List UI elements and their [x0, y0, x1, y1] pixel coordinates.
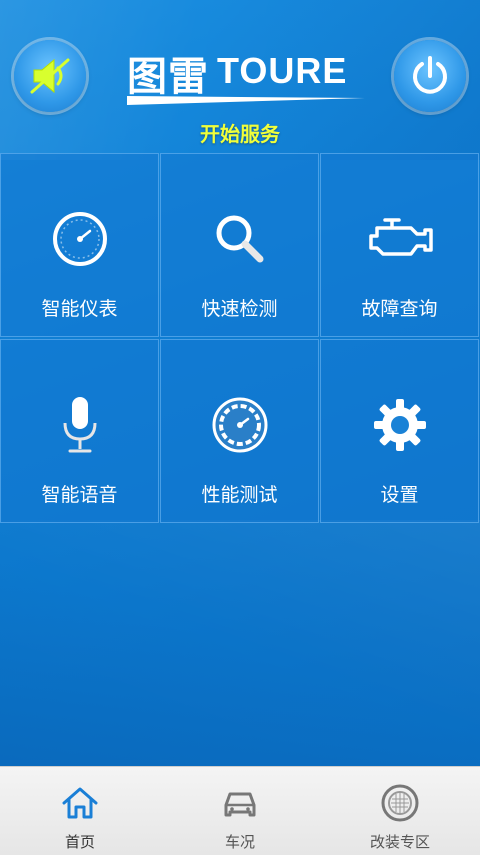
menu-item-performance-test[interactable]: 性能测试 — [160, 339, 319, 523]
menu-item-smart-voice[interactable]: 智能语音 — [0, 339, 159, 523]
menu-item-smart-dashboard[interactable]: 智能仪表 — [0, 153, 159, 337]
menu-item-label: 故障查询 — [361, 298, 438, 320]
engine-icon — [368, 218, 433, 256]
menu-item-label: 设置 — [380, 484, 419, 506]
menu-item-fault-query[interactable]: 故障查询 — [320, 153, 479, 337]
power-button[interactable] — [394, 40, 466, 112]
power-icon — [413, 56, 447, 94]
tab-label: 车况 — [224, 833, 255, 851]
tab-car-status[interactable]: 车况 — [160, 767, 320, 855]
home-icon — [62, 787, 98, 819]
gauge-icon — [52, 212, 107, 266]
bottom-tab-bar: 首页 车况 改装专区 — [0, 766, 480, 855]
magnifier-icon — [216, 215, 263, 263]
menu-item-label: 智能语音 — [41, 484, 118, 506]
header: 图雷 TOURE 开始服务 — [0, 0, 480, 155]
speaker-muted-icon — [30, 58, 70, 94]
logo-swoosh — [127, 96, 365, 105]
logo-english: TOURE — [217, 50, 348, 91]
brand-logo: 图雷 TOURE — [125, 44, 365, 106]
microphone-icon — [63, 397, 96, 453]
tab-home[interactable]: 首页 — [0, 767, 160, 855]
sound-toggle-button[interactable] — [14, 40, 86, 112]
tab-label: 首页 — [64, 833, 95, 851]
tab-modification[interactable]: 改装专区 — [320, 767, 480, 855]
menu-item-label: 快速检测 — [201, 298, 278, 320]
car-icon — [224, 792, 256, 817]
speaker-grille-icon — [381, 784, 419, 822]
start-service-label[interactable]: 开始服务 — [0, 118, 480, 147]
menu-item-quick-check[interactable]: 快速检测 — [160, 153, 319, 337]
speedometer-icon — [212, 397, 267, 453]
menu-item-settings[interactable]: 设置 — [320, 339, 479, 523]
tab-label: 改装专区 — [369, 833, 430, 851]
gear-icon — [373, 399, 426, 451]
menu-item-label: 智能仪表 — [41, 298, 118, 320]
menu-item-label: 性能测试 — [201, 484, 278, 506]
background-facet-bottom — [0, 520, 480, 770]
